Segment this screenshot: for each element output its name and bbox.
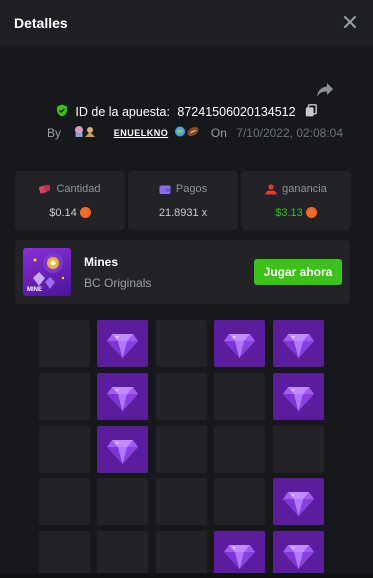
empty-tile — [39, 478, 90, 525]
bottom-edge — [0, 573, 373, 578]
empty-tile — [39, 531, 90, 578]
empty-tile — [214, 426, 265, 473]
gem-tile — [214, 320, 265, 367]
gem-tile — [214, 531, 265, 578]
empty-tile — [39, 426, 90, 473]
empty-tile — [156, 531, 207, 578]
empty-tile — [214, 478, 265, 525]
empty-tile — [156, 373, 207, 420]
empty-tile — [273, 426, 324, 473]
empty-tile — [156, 320, 207, 367]
mines-board — [0, 0, 373, 578]
empty-tile — [39, 320, 90, 367]
gem-tile — [273, 320, 324, 367]
empty-tile — [39, 373, 90, 420]
gem-tile — [97, 320, 148, 367]
gem-tile — [97, 426, 148, 473]
empty-tile — [214, 373, 265, 420]
gem-tile — [273, 373, 324, 420]
empty-tile — [97, 531, 148, 578]
gem-tile — [273, 478, 324, 525]
gem-tile — [273, 531, 324, 578]
empty-tile — [156, 426, 207, 473]
empty-tile — [97, 478, 148, 525]
gem-tile — [97, 373, 148, 420]
empty-tile — [156, 478, 207, 525]
